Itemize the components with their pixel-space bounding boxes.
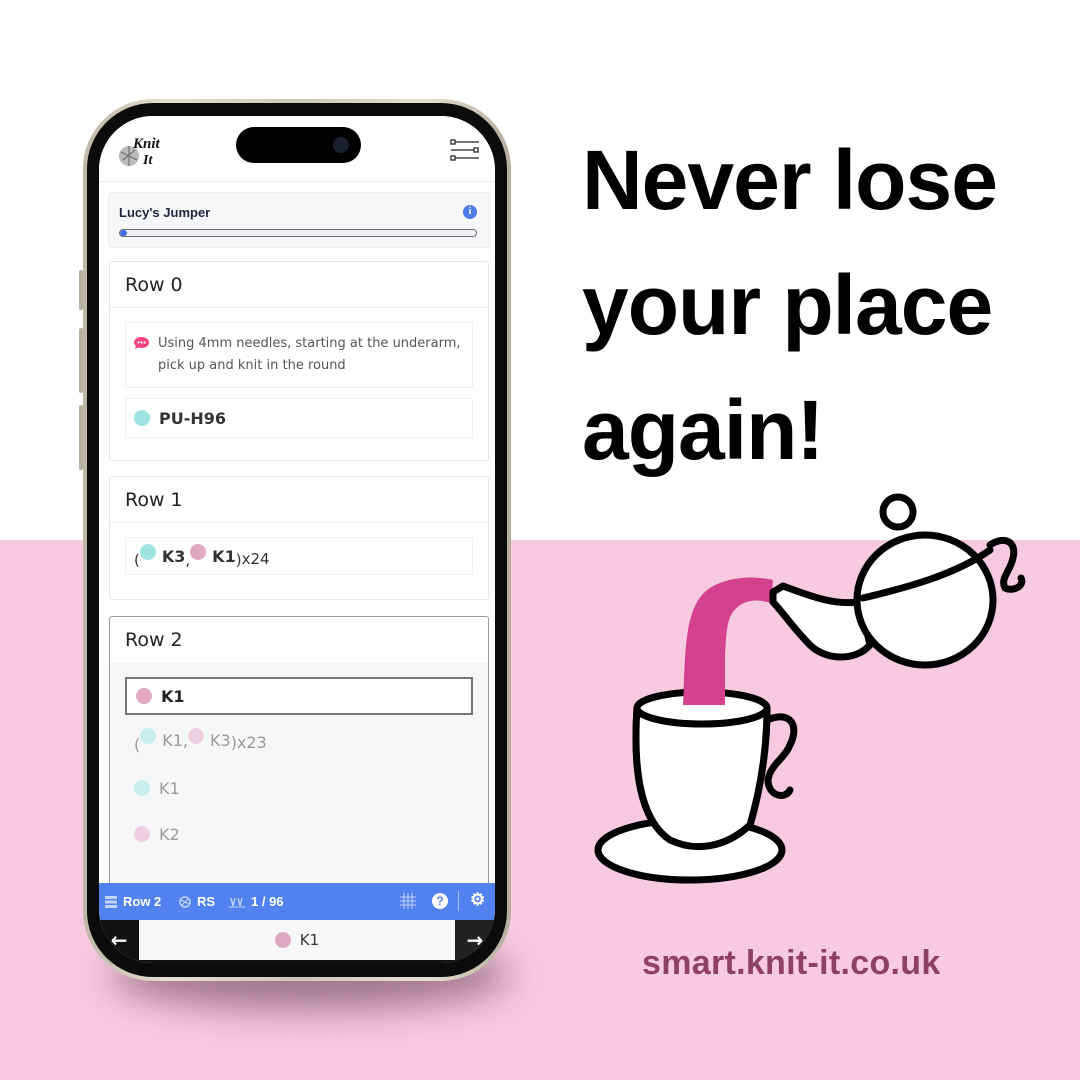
- status-divider: [458, 891, 459, 911]
- headline: Never lose your place again!: [582, 118, 1062, 493]
- stitch-text: K3: [210, 730, 231, 750]
- stitch-text: K1: [159, 778, 180, 798]
- upcoming-stitch[interactable]: K1: [125, 765, 473, 811]
- stitch-text: PU-H96: [159, 408, 227, 428]
- headline-line: your place: [582, 258, 993, 352]
- camera: [333, 137, 349, 153]
- yarn-color-dot-teal: [134, 410, 150, 426]
- headline-line: again!: [582, 383, 824, 477]
- yarn-color-dot-teal: [139, 544, 156, 560]
- teapot-pouring-tea-illustration: [594, 493, 1026, 884]
- stitch-text: K1: [212, 546, 236, 566]
- row-card[interactable]: Row 1 ( K3 , K1 ) x24: [109, 476, 489, 600]
- dynamic-island: [236, 127, 361, 163]
- current-stitch[interactable]: K1: [125, 677, 473, 715]
- previous-stitch-button[interactable]: ←: [99, 920, 139, 963]
- next-stitch-button[interactable]: →: [455, 920, 495, 963]
- repeat-open: (: [134, 551, 140, 569]
- sliders-menu-icon[interactable]: [449, 138, 481, 162]
- rows-list[interactable]: Row 0 Using 4mm needles, starting at the…: [99, 256, 495, 883]
- chat-bubble-icon: [134, 337, 149, 349]
- stitch-text: K1: [162, 730, 183, 750]
- yarn-color-dot-teal: [140, 728, 157, 744]
- row-card-active[interactable]: Row 2 K1 ( K1 , K3 ) x23 K1 K2: [109, 616, 489, 883]
- stitch-text: K2: [159, 824, 180, 844]
- svg-text:Knit: Knit: [132, 136, 161, 152]
- cup-body-front: [632, 704, 771, 851]
- status-bar: Row 2 RS 1 / 96 ? ⚙: [99, 883, 495, 920]
- stitch-text: K3: [161, 546, 186, 566]
- yarn-color-dot-pink: [134, 826, 150, 842]
- row-indicator: Row 2: [105, 894, 161, 909]
- row-card[interactable]: Row 0 Using 4mm needles, starting at the…: [109, 261, 489, 461]
- side-label: RS: [197, 894, 216, 909]
- phone-frame: Knit It Lucy's Jumper i Row 0 Using 4mm …: [83, 99, 511, 981]
- stitch-repeat[interactable]: ( K1 , K3 ) x23: [125, 715, 473, 765]
- stitch-instruction[interactable]: PU-H96: [125, 398, 473, 438]
- teapot-lid-knob: [879, 493, 917, 531]
- yarn-color-dot-pink: [188, 728, 205, 744]
- repeat-count: x23: [236, 733, 267, 752]
- yarn-color-dot-teal: [134, 780, 150, 796]
- current-row-label: Row 2: [123, 894, 162, 909]
- side-indicator: RS: [179, 894, 215, 909]
- yarn-color-dot-pink: [190, 544, 207, 560]
- teapot-body: [853, 531, 997, 669]
- project-card[interactable]: Lucy's Jumper i: [108, 192, 490, 248]
- yarn-color-dot-pink: [136, 688, 152, 704]
- current-stitch-display: K1: [139, 920, 455, 960]
- progress-fill: [120, 230, 128, 236]
- app-header: Knit It: [99, 116, 495, 182]
- stitch-repeat[interactable]: ( K3 , K1 ) x24: [125, 537, 473, 575]
- website-url[interactable]: smart.knit-it.co.uk: [642, 944, 941, 983]
- phone-screen: Knit It Lucy's Jumper i Row 0 Using 4mm …: [99, 116, 495, 963]
- teapot-handle: [986, 537, 1026, 593]
- project-progress-bar: [119, 229, 477, 237]
- row-note: Using 4mm needles, starting at the under…: [125, 322, 473, 388]
- headline-line: Never lose: [582, 133, 998, 227]
- stitch-count: 1 / 96: [251, 894, 284, 909]
- info-icon[interactable]: i: [463, 205, 477, 219]
- row-title: Row 0: [110, 262, 488, 308]
- stitch-text: K1: [161, 686, 185, 706]
- upcoming-stitch[interactable]: K2: [125, 811, 473, 857]
- help-icon[interactable]: ?: [432, 893, 448, 909]
- yarn-ball-icon: [179, 895, 191, 908]
- stitch-text: K1: [299, 931, 320, 949]
- grid-chart-icon[interactable]: [400, 893, 416, 909]
- stitches-icon: [229, 897, 245, 907]
- stitch-counter: 1 / 96: [229, 894, 284, 909]
- row-icon: [105, 895, 117, 908]
- project-title: Lucy's Jumper: [119, 205, 211, 220]
- settings-gear-icon[interactable]: ⚙: [470, 890, 485, 910]
- row-title: Row 1: [110, 477, 488, 523]
- knit-it-logo[interactable]: Knit It: [115, 130, 167, 172]
- yarn-color-dot-pink: [274, 932, 291, 948]
- note-text: Using 4mm needles, starting at the under…: [158, 336, 461, 373]
- cup-handle: [763, 713, 798, 799]
- row-title: Row 2: [125, 629, 183, 651]
- svg-text:It: It: [142, 153, 153, 168]
- repeat-count: x24: [241, 549, 270, 568]
- stitch-navigation: ← K1 →: [99, 920, 495, 963]
